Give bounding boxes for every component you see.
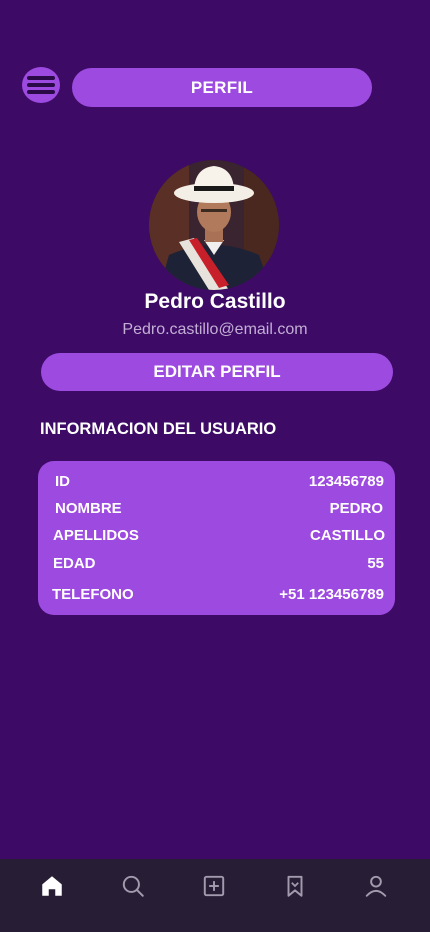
nav-add[interactable] [201,873,227,899]
add-square-icon [203,875,225,897]
info-value: 55 [367,555,384,572]
bottom-nav [0,859,430,932]
info-label: EDAD [53,555,96,572]
home-icon [42,876,62,896]
user-email: Pedro.castillo@email.com [122,321,308,338]
nav-profile[interactable] [363,873,389,899]
info-label: APELLIDOS [53,527,139,544]
info-value: PEDRO [329,500,383,517]
edit-profile-button[interactable]: EDITAR PERFIL [41,353,393,391]
info-label: NOMBRE [55,500,122,517]
page-title: PERFIL [72,68,372,107]
user-icon [365,875,387,897]
info-value: CASTILLO [310,527,385,544]
search-icon [122,875,144,897]
user-info-card: ID 123456789 NOMBRE PEDRO APELLIDOS CAST… [38,461,395,615]
user-name: Pedro Castillo [144,290,286,313]
avatar [149,160,279,290]
section-title: INFORMACION DEL USUARIO [40,420,277,438]
info-value: 123456789 [308,473,384,490]
info-value: +51 123456789 [279,586,384,603]
info-label: ID [55,473,70,490]
nav-search[interactable] [120,873,146,899]
menu-button[interactable] [22,67,60,103]
hamburger-menu-icon [27,76,55,94]
bookmark-icon [287,875,303,897]
nav-home[interactable] [39,873,65,899]
nav-bookmarks[interactable] [282,873,308,899]
info-label: TELEFONO [52,586,134,603]
